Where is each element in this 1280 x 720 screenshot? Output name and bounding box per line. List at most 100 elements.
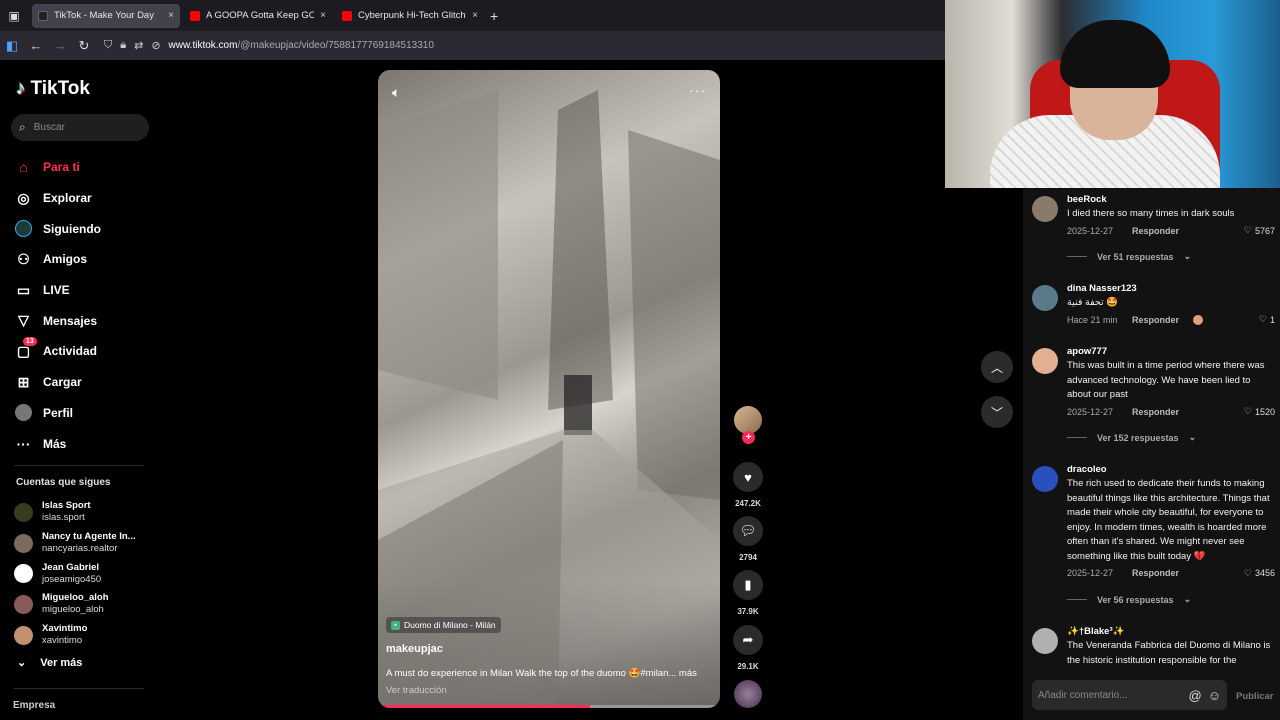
account-name: Migueloo_aloh — [42, 592, 109, 604]
menu-item-actividad[interactable]: ▢ 13 Actividad — [15, 336, 101, 367]
following-account[interactable]: Xavintimo xavintimo — [14, 620, 136, 651]
comment-input[interactable] — [1038, 689, 1183, 701]
menu-item-live[interactable]: ▭ LIVE — [15, 275, 101, 306]
shield-icon[interactable]: ⛉ — [104, 39, 112, 52]
menu-item-cargar[interactable]: ⊞ Cargar — [15, 367, 101, 398]
creator-avatar[interactable] — [734, 406, 762, 434]
menu-item-explorar[interactable]: ◎ Explorar — [15, 183, 101, 214]
menu-item-siguiendo[interactable]: Siguiendo — [15, 213, 101, 244]
lock-icon[interactable]: 🔒︎ — [120, 39, 126, 52]
mention-icon[interactable]: @ — [1189, 688, 1202, 703]
heart-outline-icon: ♡ — [1243, 567, 1252, 578]
video-progress-fill — [378, 705, 591, 708]
avatar[interactable] — [1032, 466, 1058, 492]
see-more-button[interactable]: ⌄ Ver más — [17, 656, 83, 670]
location-tag[interactable]: ▪ Duomo di Milano - Milán — [386, 617, 501, 633]
comment-user[interactable]: dina Nasser123 — [1067, 282, 1275, 296]
publish-button[interactable]: Publicar — [1236, 691, 1274, 702]
tab-close-icon[interactable]: × — [168, 10, 174, 21]
browser-tab-tiktok[interactable]: TikTok - Make Your Day × — [32, 3, 180, 28]
video-progress-bar[interactable] — [378, 705, 720, 708]
comment-user[interactable]: apow777 — [1067, 345, 1275, 359]
logo-text: TikTok — [30, 78, 90, 99]
url-bar[interactable]: ⛉ 🔒︎ ⇄ ⊘ www.tiktok.com/@makeupjac/video… — [104, 39, 434, 52]
browser-tab-goopa[interactable]: A GOOPA Gotta Keep GOOPIN × — [184, 4, 332, 28]
translate-link[interactable]: Ver traducción — [386, 685, 447, 696]
save-button[interactable]: ▮ — [733, 570, 763, 600]
browser-tab-cyberpunk[interactable]: Cyberpunk Hi-Tech Glitch Neon × — [336, 4, 484, 28]
sidebar-toggle-icon[interactable]: ◧ — [0, 31, 24, 60]
avatar[interactable] — [1032, 628, 1058, 654]
share-button[interactable]: ➦ — [733, 625, 763, 655]
comment-text: I died there so many times in dark souls — [1067, 208, 1235, 219]
comment-date: 2025-12-27 — [1067, 225, 1114, 236]
menu-label: Más — [43, 436, 67, 451]
company-link[interactable]: Empresa — [13, 700, 55, 711]
tab-close-icon[interactable]: × — [320, 10, 326, 21]
search-box[interactable]: ⌕ — [11, 114, 149, 141]
following-account[interactable]: Jean Gabriel joseamigo450 — [14, 558, 136, 589]
video-player[interactable]: 🔈︎ ··· ▪ Duomo di Milano - Milán makeupj… — [378, 70, 720, 708]
blocked-media-icon[interactable]: ⊘ — [151, 39, 160, 52]
reload-icon[interactable]: ↻ — [72, 31, 96, 60]
reply-button[interactable]: Responder — [1132, 226, 1179, 236]
more-options-icon[interactable]: ··· — [689, 82, 706, 98]
menu-item-para-ti[interactable]: ⌂ Para ti — [15, 152, 101, 183]
music-disc-icon[interactable] — [734, 680, 762, 708]
tab-overview-icon[interactable]: ▣ — [0, 0, 28, 31]
comment-like-button[interactable]: ♡ 1520 — [1244, 406, 1275, 417]
tab-close-icon[interactable]: × — [472, 10, 478, 21]
main-menu: ⌂ Para ti ◎ Explorar Siguiendo ⚇ Amigos … — [15, 152, 101, 459]
forward-icon[interactable]: → — [48, 31, 72, 60]
menu-item-perfil[interactable]: Perfil — [15, 398, 101, 429]
search-input[interactable] — [33, 122, 134, 133]
emoji-icon[interactable]: ☺ — [1208, 688, 1221, 703]
more-icon: ··· — [16, 435, 31, 452]
menu-item-amigos[interactable]: ⚇ Amigos — [15, 244, 101, 275]
tiktok-logo[interactable]: ♪ TikTok — [16, 78, 90, 100]
avatar — [14, 502, 33, 522]
follow-plus-icon[interactable]: + — [742, 431, 755, 444]
like-button[interactable]: ♥ — [733, 462, 763, 492]
video-author[interactable]: makeupjac — [386, 643, 443, 655]
menu-item-mas[interactable]: ··· Más — [15, 428, 101, 459]
location-pin-icon: ▪ — [391, 620, 400, 630]
view-replies-button[interactable]: Ver 51 respuestas ⌄ — [1067, 251, 1191, 262]
live-icon: ▭ — [16, 281, 31, 298]
comment-like-count: 1 — [1269, 314, 1275, 325]
next-video-button[interactable]: ﹀ — [981, 396, 1013, 428]
comment-user[interactable]: dracoleo — [1067, 463, 1275, 477]
comment-button[interactable]: 💬︎ — [733, 516, 763, 546]
chevron-down-icon: ﹀ — [990, 405, 1003, 420]
avatar[interactable] — [1032, 196, 1058, 222]
comment-user[interactable]: beeRock — [1067, 193, 1275, 207]
volume-icon[interactable]: 🔈︎ — [392, 84, 400, 101]
comment-text: The Veneranda Fabbrica del Duomo di Mila… — [1067, 640, 1271, 666]
tab-title: TikTok - Make Your Day — [54, 10, 154, 21]
following-account[interactable]: Migueloo_aloh migueloo_aloh — [14, 589, 136, 620]
previous-video-button[interactable]: ︿ — [981, 351, 1013, 383]
see-more-label: Ver más — [40, 656, 83, 669]
comment-user[interactable]: ✨†Blake³✨ — [1067, 625, 1275, 639]
permissions-icon[interactable]: ⇄ — [134, 39, 143, 52]
sidebar-divider — [14, 688, 144, 689]
location-label: Duomo di Milano - Milán — [404, 620, 496, 630]
avatar[interactable] — [1032, 285, 1058, 311]
menu-item-mensajes[interactable]: ▽ Mensajes — [15, 305, 101, 336]
replies-label: Ver 56 respuestas — [1097, 594, 1174, 605]
back-icon[interactable]: ← — [24, 31, 48, 60]
comment-like-button[interactable]: ♡ 5767 — [1244, 225, 1275, 236]
new-tab-button[interactable]: + — [490, 8, 498, 24]
avatar[interactable] — [1032, 348, 1058, 374]
reply-button[interactable]: Responder — [1132, 568, 1179, 578]
following-account[interactable]: Islas Sport islas.sport — [14, 497, 136, 528]
comment-like-button[interactable]: ♡ 1 — [1259, 314, 1275, 325]
reply-button[interactable]: Responder — [1132, 407, 1179, 417]
heart-outline-icon: ♡ — [1258, 314, 1267, 324]
view-replies-button[interactable]: Ver 152 respuestas ⌄ — [1067, 432, 1196, 443]
reply-button[interactable]: Responder — [1132, 315, 1179, 325]
following-account[interactable]: Nancy tu Agente In... nancyarias.realtor — [14, 528, 136, 559]
comment-like-button[interactable]: ♡ 3456 — [1244, 568, 1275, 579]
creator-liked-avatar-icon — [1193, 314, 1204, 325]
view-replies-button[interactable]: Ver 56 respuestas ⌄ — [1067, 594, 1191, 605]
